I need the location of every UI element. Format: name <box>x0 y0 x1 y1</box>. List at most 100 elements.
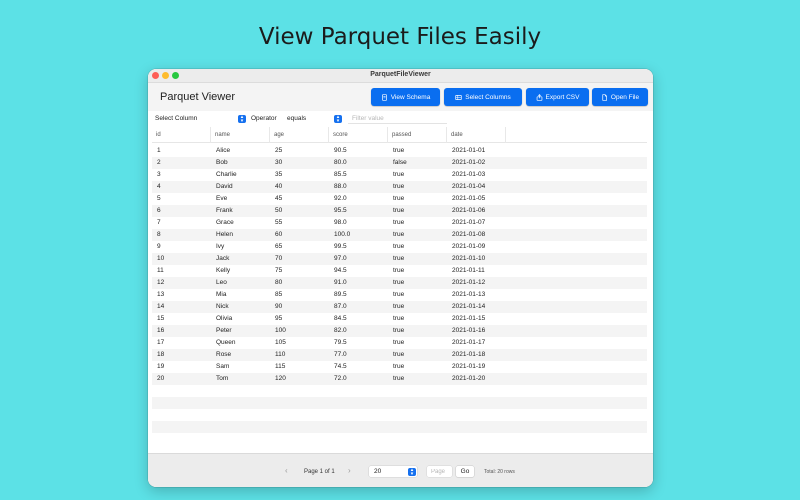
cell-age: 115 <box>275 363 286 370</box>
cell-id: 13 <box>157 291 165 298</box>
cell-age: 70 <box>275 255 283 262</box>
cell-passed: true <box>393 219 405 226</box>
cell-date: 2021-01-02 <box>452 159 486 166</box>
cell-passed: true <box>393 279 405 286</box>
select-columns-label: Select Columns <box>465 93 511 101</box>
column-header-name[interactable]: name <box>211 127 270 143</box>
page-number-input[interactable] <box>427 466 452 477</box>
table-row[interactable]: 11 Kelly 75 94.5 true 2021-01-11 <box>152 265 647 277</box>
column-select[interactable]: Select Column ▴ ▾ <box>152 114 246 124</box>
page-size-value: 20 <box>374 468 382 475</box>
table-row[interactable]: 3 Charlie 35 85.5 true 2021-01-03 <box>152 169 647 181</box>
open-file-label: Open File <box>610 93 640 101</box>
empty-table-row <box>152 397 647 409</box>
go-button[interactable]: Go <box>456 466 474 477</box>
cell-score: 82.0 <box>334 327 347 334</box>
cell-name: Eve <box>216 195 228 202</box>
cell-score: 87.0 <box>334 303 347 310</box>
empty-table-row <box>152 385 647 397</box>
cell-id: 9 <box>157 243 161 250</box>
cell-age: 105 <box>275 339 286 346</box>
cell-passed: true <box>393 231 405 238</box>
cell-id: 8 <box>157 231 161 238</box>
select-columns-button[interactable]: Select Columns <box>444 88 522 106</box>
table-row[interactable]: 5 Eve 45 92.0 true 2021-01-05 <box>152 193 647 205</box>
cell-name: Kelly <box>216 267 231 274</box>
cell-age: 110 <box>275 351 286 358</box>
cell-id: 11 <box>157 267 164 274</box>
cell-name: Jack <box>216 255 230 262</box>
table-row[interactable]: 15 Olivia 95 84.5 true 2021-01-15 <box>152 313 647 325</box>
cell-age: 120 <box>275 375 286 382</box>
view-schema-button[interactable]: View Schema <box>371 88 440 106</box>
column-header-age[interactable]: age <box>270 127 329 143</box>
cell-passed: true <box>393 267 405 274</box>
table-row[interactable]: 1 Alice 25 90.5 true 2021-01-01 <box>152 145 647 157</box>
cell-id: 12 <box>157 279 165 286</box>
table-row[interactable]: 6 Frank 50 95.5 true 2021-01-06 <box>152 205 647 217</box>
cell-name: Rose <box>216 351 232 358</box>
cell-score: 89.5 <box>334 291 347 298</box>
total-rows-label: Total: 20 rows <box>484 469 515 475</box>
cell-score: 85.5 <box>334 171 347 178</box>
table-row[interactable]: 12 Leo 80 91.0 true 2021-01-12 <box>152 277 647 289</box>
cell-id: 18 <box>157 351 165 358</box>
export-csv-label: Export CSV <box>545 93 580 101</box>
empty-table-row <box>152 433 647 445</box>
operator-label: Operator <box>251 115 277 122</box>
filter-value-input[interactable] <box>348 114 447 124</box>
cell-name: Grace <box>216 219 234 226</box>
cell-age: 30 <box>275 159 283 166</box>
chevron-right-icon[interactable]: › <box>348 466 351 476</box>
cell-id: 19 <box>157 363 165 370</box>
app-window: ParquetFileViewer Parquet Viewer View Sc… <box>148 69 653 487</box>
cell-passed: true <box>393 195 405 202</box>
cell-id: 2 <box>157 159 161 166</box>
cell-age: 75 <box>275 267 283 274</box>
cell-passed: true <box>393 327 405 334</box>
column-header-score[interactable]: score <box>329 127 388 143</box>
table-row[interactable]: 19 Sam 115 74.5 true 2021-01-19 <box>152 361 647 373</box>
cell-date: 2021-01-15 <box>452 315 486 322</box>
cell-age: 65 <box>275 243 283 250</box>
cell-passed: true <box>393 171 405 178</box>
operator-select-value: equals <box>287 115 307 122</box>
cell-score: 88.0 <box>334 183 347 190</box>
table-row[interactable]: 13 Mia 85 89.5 true 2021-01-13 <box>152 289 647 301</box>
table-header: id name age score passed date <box>152 127 647 143</box>
cell-id: 16 <box>157 327 165 334</box>
table-row[interactable]: 9 Ivy 65 99.5 true 2021-01-09 <box>152 241 647 253</box>
table-row[interactable]: 10 Jack 70 97.0 true 2021-01-10 <box>152 253 647 265</box>
operator-select[interactable]: equals ▴ ▾ <box>284 114 342 124</box>
table-row[interactable]: 8 Helen 60 100.0 true 2021-01-08 <box>152 229 647 241</box>
column-header-id[interactable]: id <box>152 127 211 143</box>
column-header-date[interactable]: date <box>447 127 506 143</box>
cell-id: 17 <box>157 339 165 346</box>
cell-score: 92.0 <box>334 195 347 202</box>
chevron-left-icon[interactable]: ‹ <box>285 466 288 476</box>
cell-id: 7 <box>157 219 161 226</box>
table-row[interactable]: 2 Bob 30 80.0 false 2021-01-02 <box>152 157 647 169</box>
table-row[interactable]: 17 Queen 105 79.5 true 2021-01-17 <box>152 337 647 349</box>
cell-id: 6 <box>157 207 161 214</box>
table-row[interactable]: 20 Tom 120 72.0 true 2021-01-20 <box>152 373 647 385</box>
cell-score: 79.5 <box>334 339 347 346</box>
table-row[interactable]: 7 Grace 55 98.0 true 2021-01-07 <box>152 217 647 229</box>
table-row[interactable]: 4 David 40 88.0 true 2021-01-04 <box>152 181 647 193</box>
table-row[interactable]: 18 Rose 110 77.0 true 2021-01-18 <box>152 349 647 361</box>
cell-date: 2021-01-16 <box>452 327 486 334</box>
view-schema-label: View Schema <box>390 93 431 101</box>
open-file-button[interactable]: Open File <box>592 88 648 106</box>
page-size-select[interactable]: 20 ▴ ▾ <box>369 466 417 477</box>
chevron-up-down-icon: ▴ ▾ <box>408 467 416 476</box>
cell-age: 45 <box>275 195 283 202</box>
cell-date: 2021-01-11 <box>452 267 485 274</box>
cell-passed: true <box>393 363 405 370</box>
table-row[interactable]: 14 Nick 90 87.0 true 2021-01-14 <box>152 301 647 313</box>
cell-date: 2021-01-01 <box>452 147 486 154</box>
export-csv-button[interactable]: Export CSV <box>526 88 589 106</box>
chevron-up-down-icon: ▴ ▾ <box>334 115 342 124</box>
column-header-passed[interactable]: passed <box>388 127 447 143</box>
cell-age: 90 <box>275 303 283 310</box>
table-row[interactable]: 16 Peter 100 82.0 true 2021-01-16 <box>152 325 647 337</box>
